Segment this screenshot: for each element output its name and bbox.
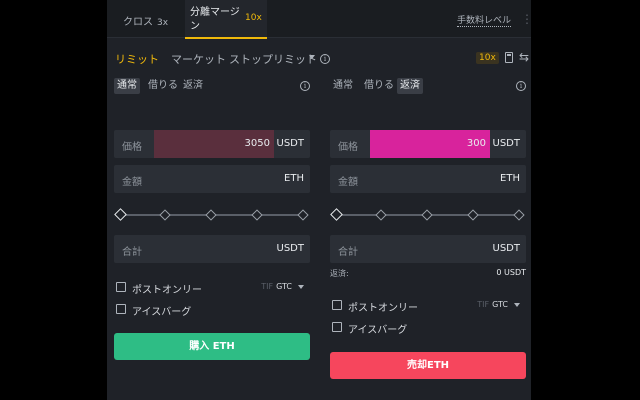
buy-tif-select[interactable]: TIF GTC [261, 282, 304, 291]
info-icon[interactable]: i [320, 54, 330, 64]
sell-mode-borrow[interactable]: 借りる [361, 78, 397, 94]
sell-mode-tabs: 通常 借りる 返済 i [330, 78, 526, 94]
tif-value: GTC [276, 282, 292, 291]
checkbox[interactable] [332, 322, 342, 332]
iceberg-label: アイスバーグ [132, 307, 192, 318]
checkbox[interactable] [332, 300, 342, 310]
buy-mode-tabs: 通常 借りる 返済 i [114, 78, 310, 94]
trade-panel: クロス 3x 分離マージン 10x 手数料レベル ⋮ リミット マーケット ストッ… [107, 0, 533, 400]
checkbox[interactable] [116, 282, 126, 292]
chevron-down-icon [514, 302, 520, 307]
buy-mode-borrow[interactable]: 借りる [145, 78, 181, 94]
sell-amount-label: 金額 [338, 177, 358, 188]
sell-amount-slider[interactable] [330, 208, 526, 222]
tab-cross-label: クロス [123, 17, 153, 28]
buy-price-label: 価格 [122, 142, 142, 153]
tif-value: GTC [492, 300, 508, 309]
slider-step-100[interactable] [513, 209, 525, 221]
info-icon[interactable]: i [516, 81, 526, 91]
slider-step-50[interactable] [205, 209, 217, 221]
tab-cross-leverage: 3x [157, 18, 169, 28]
sell-price-input[interactable]: 価格 300 USDT [330, 130, 526, 158]
order-type-bar: リミット マーケット ストップリミット i 10x ⇆ [115, 50, 529, 67]
info-icon[interactable]: i [300, 81, 310, 91]
slider-step-75[interactable] [251, 209, 263, 221]
tab-isolated-leverage: 10x [245, 13, 262, 23]
slider-step-100[interactable] [297, 209, 309, 221]
buy-mode-normal[interactable]: 通常 [114, 78, 140, 94]
fee-level-link[interactable]: 手数料レベル [457, 13, 512, 27]
post-only-label: ポストオンリー [132, 285, 202, 296]
active-tab-indicator [185, 37, 267, 39]
repay-value: 0 USDT [496, 268, 526, 277]
chevron-down-icon [298, 284, 304, 289]
order-type-stop-limit[interactable]: ストップリミット [229, 51, 317, 67]
iceberg-label: アイスバーグ [348, 325, 408, 336]
slider-handle[interactable] [330, 208, 343, 221]
sell-form: 通常 借りる 返済 i 価格 300 USDT 金額 ETH 合計 USDT 返… [330, 78, 526, 400]
buy-eth-button[interactable]: 購入 ETH [114, 333, 310, 360]
tif-label: TIF [261, 282, 274, 291]
margin-mode-tabs: クロス 3x 分離マージン 10x 手数料レベル ⋮ [107, 0, 533, 39]
sell-iceberg-checkbox[interactable]: アイスバーグ [332, 320, 528, 336]
repay-label: 返済: [330, 269, 349, 278]
swap-icon[interactable]: ⇆ [519, 50, 529, 64]
sell-eth-button[interactable]: 売却ETH [330, 352, 526, 379]
calculator-icon[interactable] [505, 52, 513, 63]
buy-post-only-checkbox[interactable]: ポストオンリー TIF GTC [116, 280, 312, 296]
buy-price-value: 3050 [244, 138, 270, 149]
buy-form: 通常 借りる 返済 i 価格 3050 USDT 金額 ETH 合計 USDT … [114, 78, 310, 400]
sell-price-value: 300 [466, 138, 486, 149]
buy-total-label: 合計 [122, 247, 142, 258]
buy-amount-input[interactable]: 金額 ETH [114, 165, 310, 193]
order-type-limit[interactable]: リミット [115, 51, 159, 67]
sell-price-unit: USDT [492, 138, 520, 149]
tab-cross-margin[interactable]: クロス 3x [123, 13, 168, 28]
buy-total-input[interactable]: 合計 USDT [114, 235, 310, 263]
sell-price-label: 価格 [338, 142, 358, 153]
slider-step-25[interactable] [159, 209, 171, 221]
sell-amount-unit: ETH [500, 173, 520, 184]
repay-amount-row: 返済: 0 USDT [330, 268, 526, 280]
buy-amount-unit: ETH [284, 173, 304, 184]
buy-price-input[interactable]: 価格 3050 USDT [114, 130, 310, 158]
slider-step-75[interactable] [467, 209, 479, 221]
sell-total-input[interactable]: 合計 USDT [330, 235, 526, 263]
order-type-market[interactable]: マーケット [171, 51, 226, 67]
sell-post-only-checkbox[interactable]: ポストオンリー TIF GTC [332, 298, 528, 314]
sell-amount-input[interactable]: 金額 ETH [330, 165, 526, 193]
tif-label: TIF [477, 300, 490, 309]
slider-step-25[interactable] [375, 209, 387, 221]
slider-handle[interactable] [114, 208, 127, 221]
buy-price-unit: USDT [276, 138, 304, 149]
tab-isolated-label: 分離マージン [190, 7, 240, 32]
sell-total-label: 合計 [338, 247, 358, 258]
leverage-badge[interactable]: 10x [476, 52, 499, 64]
sell-tif-select[interactable]: TIF GTC [477, 300, 520, 309]
kebab-menu-icon[interactable]: ⋮ [521, 12, 533, 26]
sell-mode-repay[interactable]: 返済 [397, 78, 423, 94]
slider-step-50[interactable] [421, 209, 433, 221]
tab-isolated-margin[interactable]: 分離マージン 10x [185, 0, 267, 39]
buy-amount-slider[interactable] [114, 208, 310, 222]
checkbox[interactable] [116, 304, 126, 314]
buy-total-unit: USDT [276, 243, 304, 254]
buy-mode-repay[interactable]: 返済 [180, 78, 206, 94]
buy-iceberg-checkbox[interactable]: アイスバーグ [116, 302, 312, 318]
chevron-down-icon[interactable] [309, 55, 315, 59]
post-only-label: ポストオンリー [348, 303, 418, 314]
buy-amount-label: 金額 [122, 177, 142, 188]
sell-mode-normal[interactable]: 通常 [330, 78, 356, 94]
sell-total-unit: USDT [492, 243, 520, 254]
